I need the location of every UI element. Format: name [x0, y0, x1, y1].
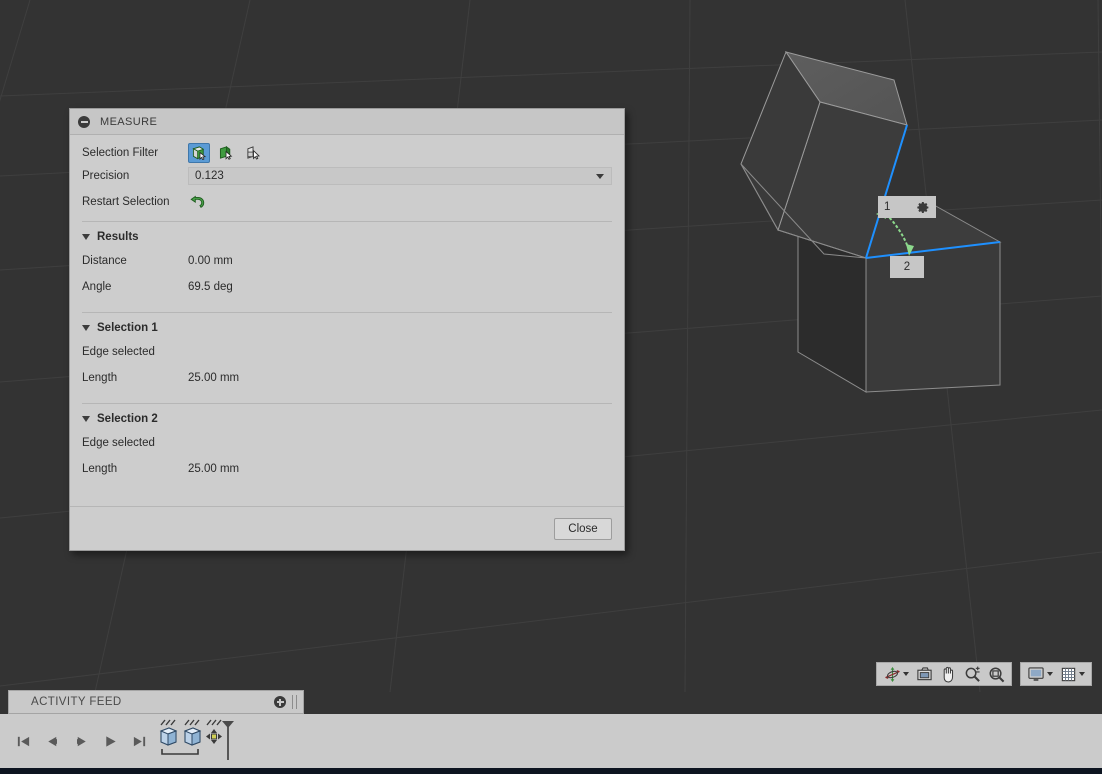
selection-1-status: Edge selected: [82, 346, 155, 358]
view-toolbar: [876, 662, 1092, 686]
go-to-start-button[interactable]: [12, 729, 34, 753]
display-toolbar-group: [1020, 662, 1092, 686]
activity-feed-bar[interactable]: ACTIVITY FEED: [8, 690, 304, 714]
timeline-features: [158, 718, 236, 764]
timeline-bar: [0, 714, 1102, 768]
precision-value: 0.123: [195, 170, 224, 182]
display-settings-icon[interactable]: [1024, 663, 1048, 685]
orbit-icon[interactable]: [880, 663, 904, 685]
select-vertex-icon[interactable]: [242, 143, 264, 163]
selection-filter-row: Selection Filter: [70, 135, 624, 163]
timeline-marker: [222, 721, 234, 760]
step-forward-button[interactable]: [70, 729, 92, 753]
results-section-title: Results: [97, 231, 139, 243]
plus-circle-icon[interactable]: [274, 696, 286, 708]
measure-marker-1[interactable]: 1: [878, 196, 936, 218]
selection-1-length-label: Length: [82, 372, 118, 384]
timeline-feature-box-1: [159, 719, 178, 746]
restart-selection-row: Restart Selection: [70, 189, 624, 215]
zoom-window-icon[interactable]: [984, 663, 1008, 685]
triangle-down-icon[interactable]: [82, 325, 90, 331]
go-to-end-button[interactable]: [128, 729, 150, 753]
selection-1-length-value: 25.00 mm: [188, 372, 240, 384]
angle-label: Angle: [82, 281, 112, 293]
selection-1-title: Selection 1: [97, 322, 158, 334]
measure-marker-1-label: 1: [884, 201, 891, 213]
restart-selection-label: Restart Selection: [82, 196, 170, 208]
measure-marker-2[interactable]: 2: [890, 256, 924, 278]
selection-2-length-row: Length 25.00 mm: [70, 456, 624, 482]
selection-1-status-row: Edge selected: [70, 339, 624, 365]
measure-dialog-footer: Close: [70, 506, 624, 550]
results-row-angle: Angle 69.5 deg: [70, 274, 624, 300]
precision-select[interactable]: 0.123: [188, 167, 612, 185]
grid-settings-icon[interactable]: [1056, 663, 1080, 685]
chevron-down-icon[interactable]: [596, 174, 604, 179]
selection-2-status: Edge selected: [82, 437, 155, 449]
results-section-header[interactable]: Results: [70, 222, 624, 248]
play-button[interactable]: [99, 729, 121, 753]
timeline-playback-controls: [0, 729, 150, 753]
measure-marker-2-label: 2: [903, 261, 911, 273]
look-at-icon[interactable]: [912, 663, 936, 685]
grip-handle-icon[interactable]: [292, 695, 297, 709]
timeline-feature-box-2: [183, 719, 202, 746]
zoom-icon[interactable]: [960, 663, 984, 685]
measure-dialog[interactable]: MEASURE Selection Filter Precision 0.123…: [69, 108, 625, 551]
grid-settings-caret-icon[interactable]: [1079, 672, 1085, 676]
selection-filter-buttons: [188, 143, 264, 163]
display-settings-caret-icon[interactable]: [1047, 672, 1053, 676]
selection-2-section-header[interactable]: Selection 2: [70, 404, 624, 430]
undo-arrow-icon[interactable]: [188, 192, 208, 212]
navigation-toolbar-group: [876, 662, 1012, 686]
selection-filter-label: Selection Filter: [82, 147, 159, 159]
gear-icon[interactable]: [917, 201, 930, 214]
select-face-icon[interactable]: [188, 143, 210, 163]
triangle-down-icon[interactable]: [82, 416, 90, 422]
measure-dialog-body: Selection Filter Precision 0.123 Restart…: [70, 135, 624, 502]
bottom-edge-strip: [0, 768, 1102, 774]
selection-2-title: Selection 2: [97, 413, 158, 425]
activity-feed-label: ACTIVITY FEED: [31, 696, 122, 708]
distance-label: Distance: [82, 255, 127, 267]
precision-row: Precision 0.123: [70, 163, 624, 189]
timeline-group-bracket: [161, 749, 199, 755]
selection-2-length-value: 25.00 mm: [188, 463, 240, 475]
measure-dialog-titlebar[interactable]: MEASURE: [70, 109, 624, 135]
select-edge-icon[interactable]: [215, 143, 237, 163]
orbit-dropdown-caret-icon[interactable]: [903, 672, 909, 676]
angle-value: 69.5 deg: [188, 281, 233, 293]
selection-1-section-header[interactable]: Selection 1: [70, 313, 624, 339]
results-row-distance: Distance 0.00 mm: [70, 248, 624, 274]
close-button[interactable]: Close: [554, 517, 612, 540]
circle-minus-icon[interactable]: [78, 115, 90, 128]
selection-2-length-label: Length: [82, 463, 118, 475]
step-back-button[interactable]: [41, 729, 63, 753]
measure-dialog-title: MEASURE: [100, 115, 158, 128]
pan-icon[interactable]: [936, 663, 960, 685]
precision-label: Precision: [82, 170, 130, 182]
triangle-down-icon[interactable]: [82, 234, 90, 240]
selection-1-length-row: Length 25.00 mm: [70, 365, 624, 391]
timeline-feature-strip[interactable]: [158, 718, 236, 764]
distance-value: 0.00 mm: [188, 255, 233, 267]
selection-2-status-row: Edge selected: [70, 430, 624, 456]
timeline-feature-move: [206, 719, 222, 744]
